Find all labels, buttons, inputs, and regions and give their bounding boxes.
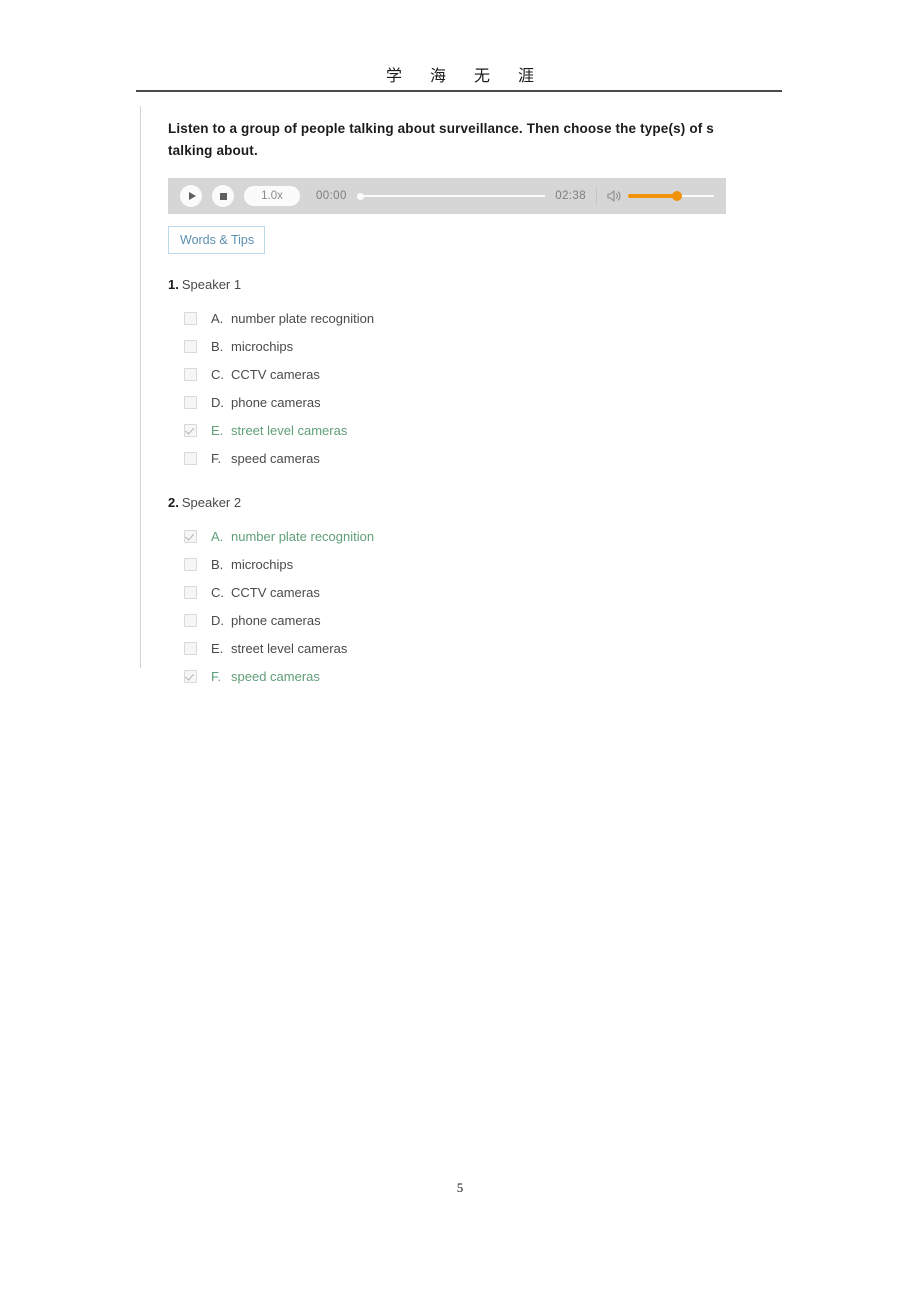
playback-speed-button[interactable]: 1.0x — [244, 186, 300, 206]
option-letter: D. — [211, 612, 224, 628]
option-label: microchips — [231, 556, 294, 572]
option-label: CCTV cameras — [231, 584, 320, 600]
option-1-d[interactable]: D. phone cameras — [168, 388, 920, 416]
option-label: number plate recognition — [231, 310, 375, 326]
question-2-title: 2. Speaker 2 — [168, 494, 920, 512]
option-1-a[interactable]: A. number plate recognition — [168, 304, 920, 332]
player-divider — [596, 187, 597, 205]
duration-label: 02:38 — [555, 190, 586, 202]
option-label: street level cameras — [231, 422, 348, 438]
question-1-number: 1. — [168, 277, 179, 292]
play-icon — [189, 192, 196, 200]
play-button[interactable] — [180, 185, 202, 207]
seek-slider[interactable] — [356, 189, 546, 203]
checkbox-2-a[interactable] — [184, 529, 197, 543]
header-divider — [136, 90, 782, 92]
checkbox-1-a[interactable] — [184, 311, 197, 325]
option-letter: D. — [211, 394, 224, 410]
option-1-c[interactable]: C. CCTV cameras — [168, 360, 920, 388]
speaker-icon[interactable] — [607, 189, 622, 203]
question-1: 1. Speaker 1 A. number plate recognition … — [168, 276, 920, 472]
option-2-c[interactable]: C. CCTV cameras — [168, 578, 920, 606]
option-letter: F. — [211, 450, 222, 466]
option-label: street level cameras — [231, 640, 348, 656]
stop-icon — [219, 192, 227, 200]
current-time-label: 00:00 — [316, 190, 347, 202]
option-label: phone cameras — [231, 612, 321, 628]
option-letter: A. — [211, 528, 224, 544]
checkbox-1-b[interactable] — [184, 339, 197, 353]
option-label: number plate recognition — [231, 528, 375, 544]
option-letter: B. — [211, 556, 224, 572]
option-letter: E. — [211, 640, 224, 656]
prompt-line-1: Listen to a group of people talking abou… — [168, 121, 714, 136]
option-1-b[interactable]: B. microchips — [168, 332, 920, 360]
option-2-e[interactable]: E. street level cameras — [168, 634, 920, 662]
checkbox-2-d[interactable] — [184, 613, 197, 627]
option-2-a[interactable]: A. number plate recognition — [168, 522, 920, 550]
page-number: 5 — [456, 1180, 464, 1195]
option-letter: F. — [211, 668, 222, 684]
option-2-f[interactable]: F. speed cameras — [168, 662, 920, 690]
option-letter: A. — [211, 310, 224, 326]
checkbox-2-f[interactable] — [184, 669, 197, 683]
option-2-b[interactable]: B. microchips — [168, 550, 920, 578]
exercise-content: Listen to a group of people talking abou… — [168, 118, 920, 690]
option-letter: C. — [211, 366, 224, 382]
exercise-prompt: Listen to a group of people talking abou… — [168, 118, 913, 162]
option-label: phone cameras — [231, 394, 321, 410]
checkbox-2-c[interactable] — [184, 585, 197, 599]
option-1-e[interactable]: E. street level cameras — [168, 416, 920, 444]
checkbox-1-e[interactable] — [184, 423, 197, 437]
volume-slider[interactable] — [628, 189, 714, 203]
checkbox-1-d[interactable] — [184, 395, 197, 409]
volume-handle[interactable] — [672, 191, 682, 201]
option-letter: C. — [211, 584, 224, 600]
option-2-d[interactable]: D. phone cameras — [168, 606, 920, 634]
seek-track — [356, 195, 546, 197]
option-1-f[interactable]: F. speed cameras — [168, 444, 920, 472]
option-letter: B. — [211, 338, 224, 354]
option-label: speed cameras — [231, 450, 320, 466]
question-2-label: Speaker 2 — [181, 495, 242, 510]
option-letter: E. — [211, 422, 224, 438]
question-1-options: A. number plate recognition B. microchip… — [168, 304, 920, 472]
question-2-number: 2. — [168, 495, 179, 510]
option-label: microchips — [231, 338, 294, 354]
page-header: 学 海 无 涯 — [0, 62, 920, 86]
checkbox-2-e[interactable] — [184, 641, 197, 655]
stop-button[interactable] — [212, 185, 234, 207]
watermark-text: 学 海 无 涯 — [385, 68, 546, 85]
volume-fill — [628, 194, 676, 198]
audio-player[interactable]: 1.0x 00:00 02:38 — [168, 178, 726, 214]
question-1-title: 1. Speaker 1 — [168, 276, 920, 294]
content-left-border — [140, 106, 141, 668]
option-label: CCTV cameras — [231, 366, 320, 382]
question-1-label: Speaker 1 — [181, 277, 242, 292]
checkbox-1-f[interactable] — [184, 451, 197, 465]
question-2-options: A. number plate recognition B. microchip… — [168, 522, 920, 690]
option-label: speed cameras — [231, 668, 320, 684]
seek-handle[interactable] — [356, 192, 364, 200]
words-and-tips-button[interactable]: Words & Tips — [168, 226, 266, 254]
checkbox-2-b[interactable] — [184, 557, 197, 571]
question-2: 2. Speaker 2 A. number plate recognition … — [168, 494, 920, 690]
checkbox-1-c[interactable] — [184, 367, 197, 381]
prompt-line-2: talking about. — [168, 143, 258, 158]
